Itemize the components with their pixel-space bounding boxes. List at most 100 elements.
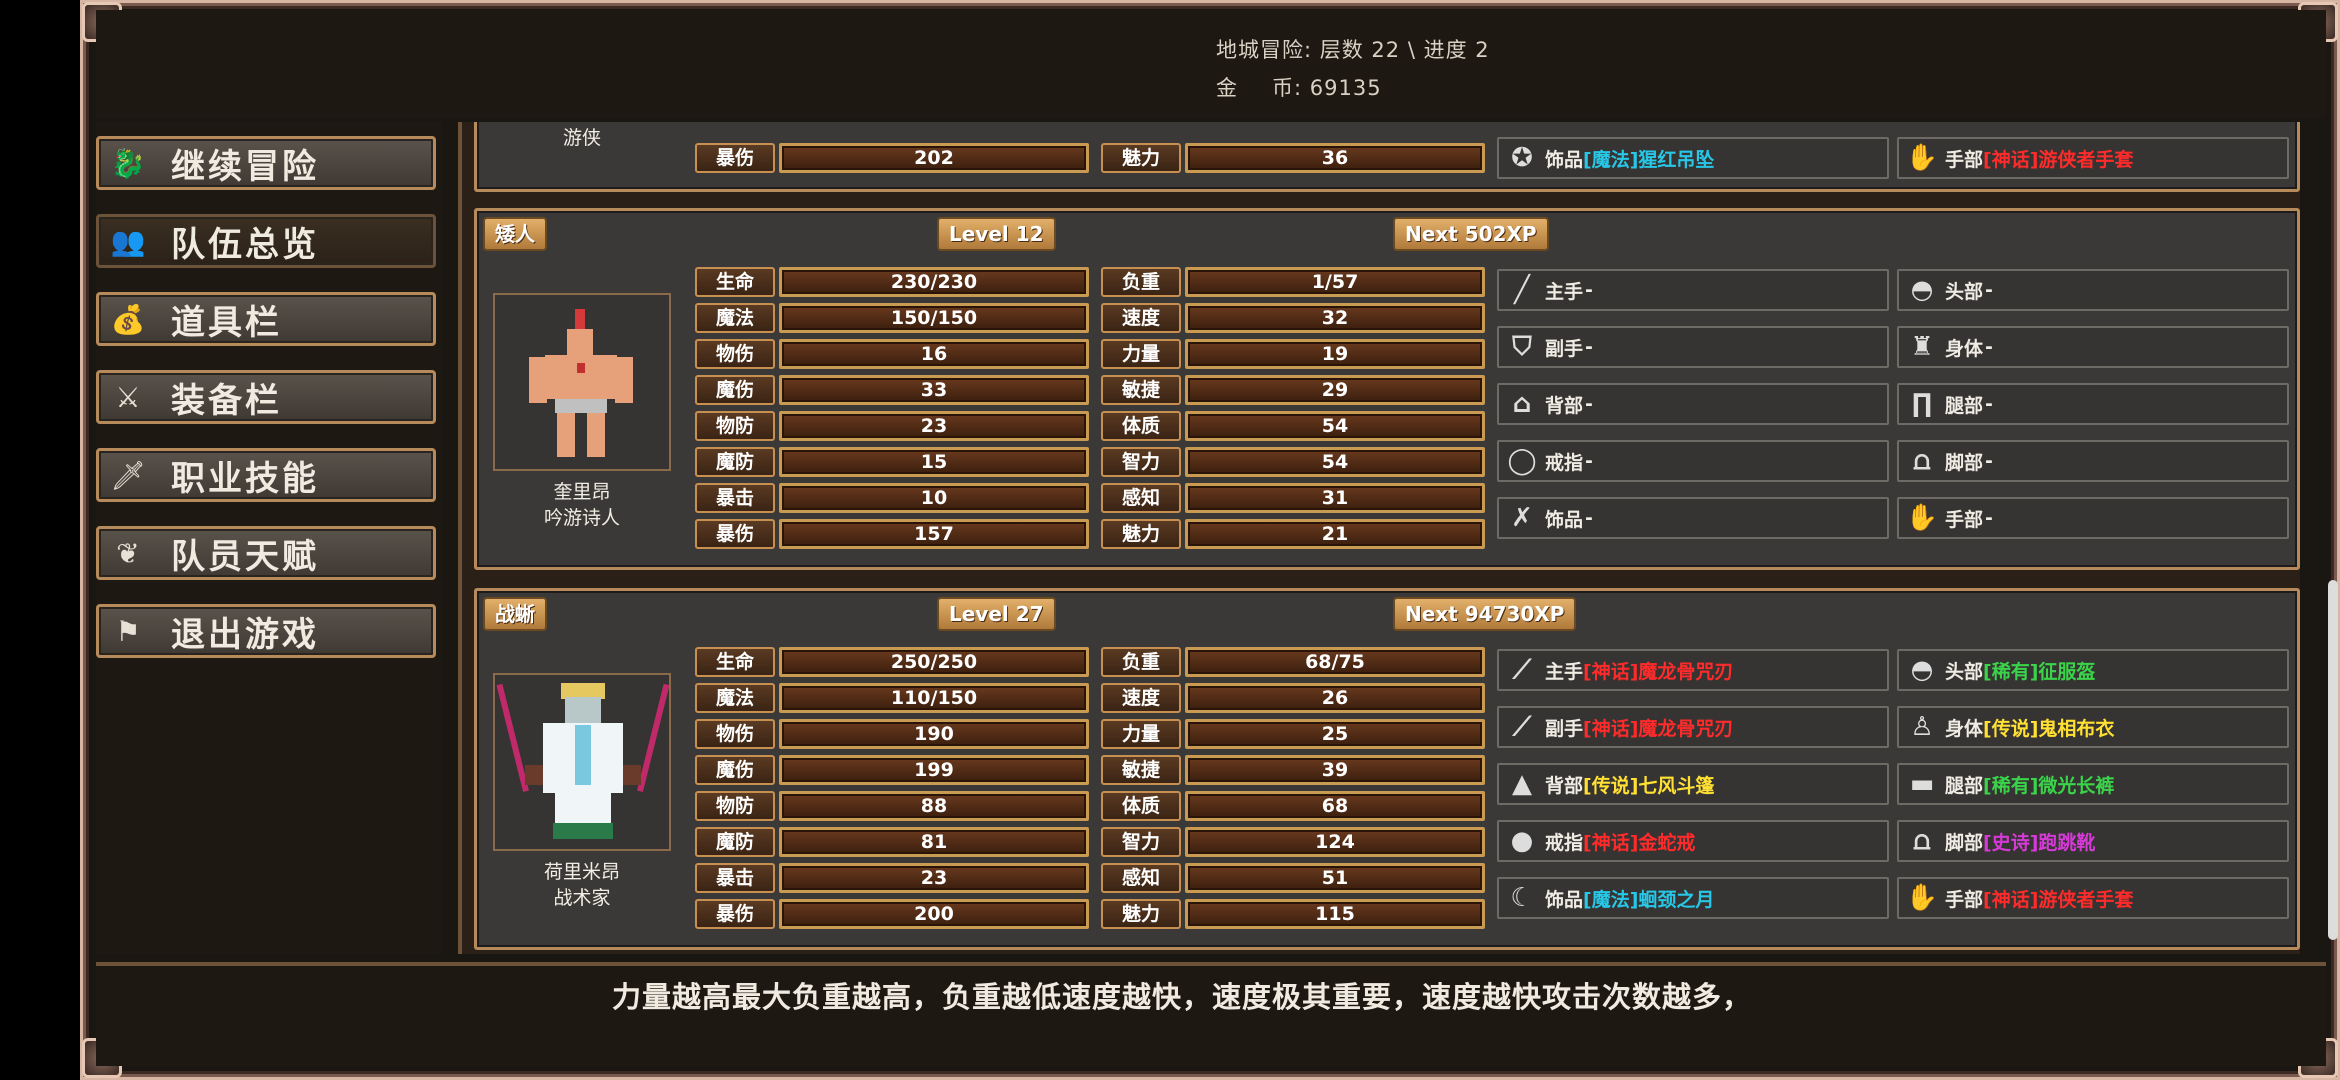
stat-bar: 200 bbox=[779, 899, 1089, 929]
equip-slot[interactable]: ✋ 手部 [神话] 游侠者手套 bbox=[1897, 877, 2289, 919]
tip-bar: 力量越高最大负重越高，负重越低速度越快，速度极其重要，速度越快攻击次数越多， bbox=[96, 962, 2326, 1066]
stat-label: 速度 bbox=[1101, 303, 1181, 333]
sidebar-item-1[interactable]: 👥 队伍总览 bbox=[96, 214, 436, 268]
character-class: 吟游诗人 bbox=[543, 507, 620, 529]
gold-amount: 金币: 69135 bbox=[1216, 76, 1382, 100]
level-tag: Level 12 bbox=[937, 217, 1056, 251]
green-boots-icon: ⩍ bbox=[1913, 825, 1931, 856]
purple-blade-icon: ⟋ bbox=[1512, 654, 1532, 685]
stat-label: 魔法 bbox=[695, 683, 775, 713]
equip-slot[interactable]: ╱ 主手 - bbox=[1497, 269, 1889, 311]
stat-bar: 68/75 bbox=[1185, 647, 1485, 677]
stat-label: 暴击 bbox=[695, 483, 775, 513]
stat-bar: 29 bbox=[1185, 375, 1485, 405]
moon-amulet-icon: ☾ bbox=[1510, 883, 1534, 913]
stat-bar: 26 bbox=[1185, 683, 1485, 713]
stat-label: 暴击 bbox=[695, 863, 775, 893]
stat-bar: 54 bbox=[1185, 411, 1485, 441]
character-name: 荷里米昂 bbox=[543, 861, 620, 883]
stat-label: 力量 bbox=[1101, 719, 1181, 749]
tactician-sprite-icon bbox=[496, 683, 670, 839]
stat-bar: 124 bbox=[1185, 827, 1485, 857]
stat-bar: 199 bbox=[779, 755, 1089, 785]
stat-label: 魔防 bbox=[695, 827, 775, 857]
stat-bar: 32 bbox=[1185, 303, 1485, 333]
equip-slot[interactable]: ♜ 身体 - bbox=[1897, 326, 2289, 368]
sidebar-item-0[interactable]: 🐉 继续冒险 bbox=[96, 136, 436, 190]
stat-bar: 16 bbox=[779, 339, 1089, 369]
stat-bar: 23 bbox=[779, 411, 1089, 441]
next-xp-tag: Next 94730XP bbox=[1393, 597, 1577, 631]
stat-label: 体质 bbox=[1101, 791, 1181, 821]
gloves-icon: ✋ bbox=[1905, 503, 1939, 533]
tip-text: 力量越高最大负重越高，负重越低速度越快，速度极其重要，速度越快攻击次数越多， bbox=[612, 980, 1753, 1014]
equip-slot[interactable]: ⩍ 脚部 [史诗] 跑跳靴 bbox=[1897, 820, 2289, 862]
equip-slot[interactable]: ☾ 饰品 [魔法] 蛔颈之月 bbox=[1497, 877, 1889, 919]
helmet-icon: ◓ bbox=[1910, 275, 1934, 305]
stat-label: 暴伤 bbox=[695, 519, 775, 549]
dragon-icon: 🐉 bbox=[110, 146, 146, 180]
equip-slot[interactable]: ⩍ 脚部 - bbox=[1897, 440, 2289, 482]
equip-slot[interactable]: ◓ 头部 [稀有] 征服盔 bbox=[1897, 649, 2289, 691]
stat-label: 体质 bbox=[1101, 411, 1181, 441]
equip-slot[interactable]: ∏ 腿部 - bbox=[1897, 383, 2289, 425]
race-tag: 矮人 bbox=[483, 217, 547, 251]
sword-icon: ╱ bbox=[1514, 275, 1530, 305]
character-portrait[interactable] bbox=[493, 293, 671, 471]
equip-slot-accessory[interactable]: ✪ 饰品 [魔法] 猩红吊坠 bbox=[1497, 137, 1889, 179]
amulet-icon: ✗ bbox=[1511, 503, 1533, 533]
scrollbar[interactable] bbox=[2328, 580, 2338, 940]
stat-bar: 150/150 bbox=[779, 303, 1089, 333]
party-overview[interactable]: 游侠 暴伤 202 魅力 36 ✪ 饰品 [魔法] 猩红吊坠 ✋ 手部 [神话]… bbox=[458, 122, 2300, 954]
sword-wings-icon: 🗡 bbox=[110, 458, 146, 492]
amulet-icon: ✪ bbox=[1511, 143, 1533, 173]
stat-bar: 10 bbox=[779, 483, 1089, 513]
stat-bar: 19 bbox=[1185, 339, 1485, 369]
stat-bar: 110/150 bbox=[779, 683, 1089, 713]
stat-label: 物伤 bbox=[695, 339, 775, 369]
stat-bar: 115 bbox=[1185, 899, 1485, 929]
stat-bar: 1/57 bbox=[1185, 267, 1485, 297]
gauntlet-icon: ✋ bbox=[1905, 883, 1939, 913]
equip-slot[interactable]: ♙ 身体 [传说] 鬼相布衣 bbox=[1897, 706, 2289, 748]
equip-slot[interactable]: ● 戒指 [神话] 金蛇戒 bbox=[1497, 820, 1889, 862]
stat-label: 生命 bbox=[695, 267, 775, 297]
laurel-icon: ❦ bbox=[116, 536, 140, 570]
sidebar-item-5[interactable]: ❦ 队员天赋 bbox=[96, 526, 436, 580]
equip-slot[interactable]: ✋ 手部 - bbox=[1897, 497, 2289, 539]
stat-label: 感知 bbox=[1101, 863, 1181, 893]
equip-slot[interactable]: ⛉ 副手 - bbox=[1497, 326, 1889, 368]
character-portrait[interactable] bbox=[493, 673, 671, 851]
character-class: 游侠 bbox=[562, 127, 601, 149]
equip-slot[interactable]: ◓ 头部 - bbox=[1897, 269, 2289, 311]
stat-label: 魔伤 bbox=[695, 375, 775, 405]
equip-slot-hands[interactable]: ✋ 手部 [神话] 游侠者手套 bbox=[1897, 137, 2289, 179]
stat-label: 魔法 bbox=[695, 303, 775, 333]
equip-slot[interactable]: ⟋ 副手 [神话] 魔龙骨咒刃 bbox=[1497, 706, 1889, 748]
equip-slot[interactable]: ◯ 戒指 - bbox=[1497, 440, 1889, 482]
sidebar: 🐉 继续冒险 👥 队伍总览 💰 道具栏 ⚔ 装备栏 🗡 职业技能 ❦ 队员天赋 ⚑ 退出游戏 bbox=[96, 122, 442, 954]
boots-icon: ⩍ bbox=[1913, 445, 1931, 476]
stat-bar: 202 bbox=[779, 143, 1089, 173]
stat-bar: 68 bbox=[1185, 791, 1485, 821]
level-tag: Level 27 bbox=[937, 597, 1056, 631]
gold-ring-icon: ● bbox=[1510, 826, 1534, 856]
sidebar-item-3[interactable]: ⚔ 装备栏 bbox=[96, 370, 436, 424]
stat-label: 敏捷 bbox=[1101, 755, 1181, 785]
sidebar-item-2[interactable]: 💰 道具栏 bbox=[96, 292, 436, 346]
stat-label: 魔防 bbox=[695, 447, 775, 477]
stat-bar: 157 bbox=[779, 519, 1089, 549]
sidebar-item-label: 队员天赋 bbox=[171, 536, 319, 577]
equip-slot[interactable]: ✗ 饰品 - bbox=[1497, 497, 1889, 539]
stat-bar: 250/250 bbox=[779, 647, 1089, 677]
equip-slot[interactable]: ⌂ 背部 - bbox=[1497, 383, 1889, 425]
cape-icon: ⌂ bbox=[1512, 389, 1532, 419]
equip-slot[interactable]: ▬ 腿部 [稀有] 微光长裤 bbox=[1897, 763, 2289, 805]
stat-label: 负重 bbox=[1101, 647, 1181, 677]
character-name: 奎里昂 bbox=[553, 481, 611, 503]
sidebar-item-6[interactable]: ⚑ 退出游戏 bbox=[96, 604, 436, 658]
equip-slot[interactable]: ▲ 背部 [传说] 七风斗篷 bbox=[1497, 763, 1889, 805]
equip-slot[interactable]: ⟋ 主手 [神话] 魔龙骨咒刃 bbox=[1497, 649, 1889, 691]
sidebar-item-4[interactable]: 🗡 职业技能 bbox=[96, 448, 436, 502]
stat-bar: 21 bbox=[1185, 519, 1485, 549]
